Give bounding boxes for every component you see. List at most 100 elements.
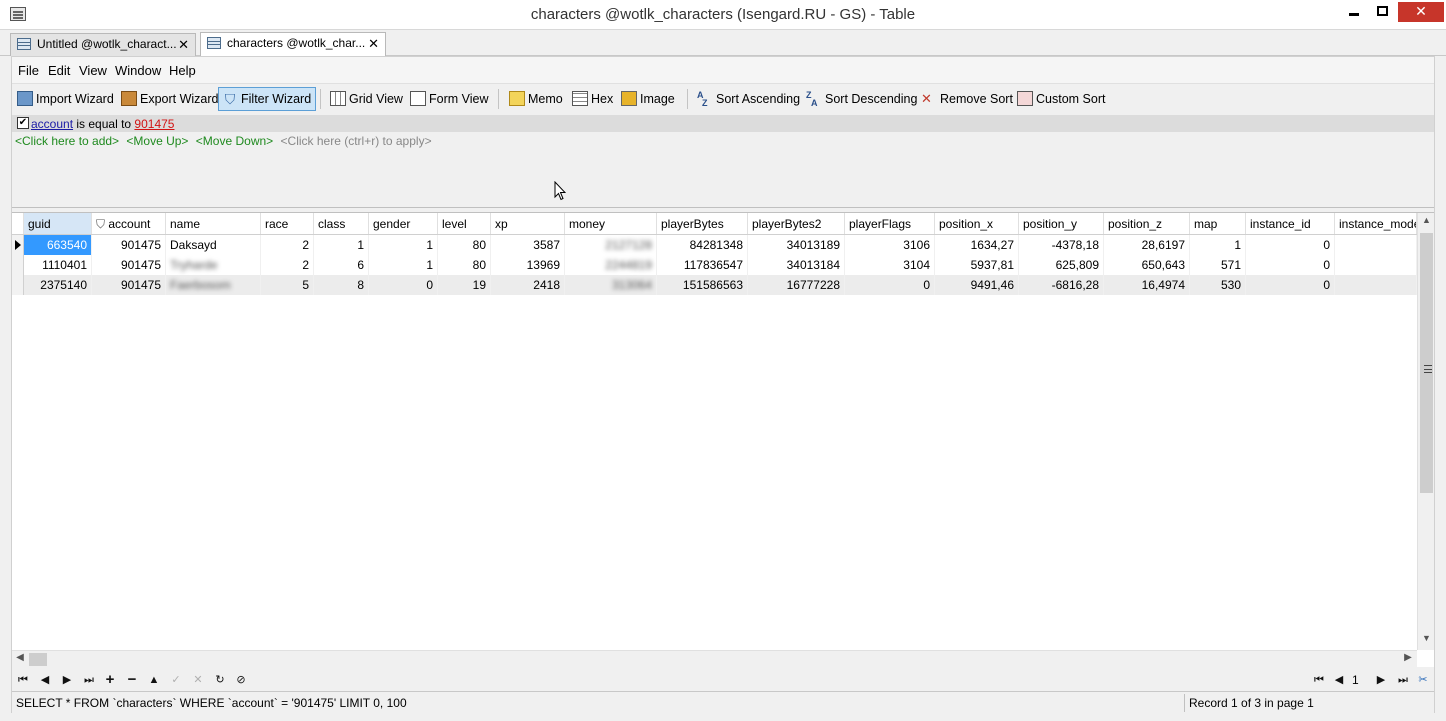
vertical-scrollbar[interactable]: ▲ ▼: [1417, 213, 1434, 650]
column-header-money[interactable]: money: [565, 213, 657, 234]
row-selector[interactable]: [12, 235, 24, 255]
cell-map[interactable]: 571: [1190, 255, 1246, 275]
cell-class[interactable]: 6: [314, 255, 369, 275]
column-header-level[interactable]: level: [438, 213, 491, 234]
filter-operator[interactable]: is equal to: [76, 117, 131, 131]
cell-position-y[interactable]: 625,809: [1019, 255, 1104, 275]
next-record-icon[interactable]: ▶: [58, 671, 76, 689]
cell-name[interactable]: Daksayd: [166, 235, 261, 255]
cell-xp[interactable]: 2418: [491, 275, 565, 295]
cell-position-z[interactable]: 650,643: [1104, 255, 1190, 275]
vertical-scroll-thumb[interactable]: [1420, 233, 1433, 493]
filter-wizard-button[interactable]: ⛉ Filter Wizard: [218, 87, 317, 111]
cell-position-y[interactable]: -6816,28: [1019, 275, 1104, 295]
cell-level[interactable]: 80: [438, 235, 491, 255]
cell-money[interactable]: 2127128: [565, 235, 657, 255]
column-header-class[interactable]: class: [314, 213, 369, 234]
remove-sort-button[interactable]: ✕ Remove Sort: [918, 87, 1017, 111]
scroll-down-icon[interactable]: ▼: [1418, 633, 1435, 649]
prior-page-icon[interactable]: ◀: [1330, 671, 1348, 689]
cell-position-z[interactable]: 16,4974: [1104, 275, 1190, 295]
cell-gender[interactable]: 1: [369, 235, 438, 255]
menu-file[interactable]: File: [18, 63, 39, 78]
prior-record-icon[interactable]: ◀: [36, 671, 54, 689]
cell-playerbytes[interactable]: 151586563: [657, 275, 748, 295]
column-header-instance-id[interactable]: instance_id: [1246, 213, 1335, 234]
cell-map[interactable]: 1: [1190, 235, 1246, 255]
cell-position-x[interactable]: 1634,27: [935, 235, 1019, 255]
column-header-xp[interactable]: xp: [491, 213, 565, 234]
cell-xp[interactable]: 13969: [491, 255, 565, 275]
column-header-playerflags[interactable]: playerFlags: [845, 213, 935, 234]
first-page-icon[interactable]: ⏮: [1310, 671, 1328, 689]
filter-value-link[interactable]: 901475: [134, 117, 174, 131]
edit-record-icon[interactable]: ▲: [145, 671, 163, 689]
cell-instance-mode-m[interactable]: [1335, 275, 1417, 295]
horizontal-scrollbar[interactable]: ◀ ▶: [12, 650, 1417, 667]
table-row[interactable]: 663540 901475 Daksayd 2 1 1 80 3587 2127128 84281…: [12, 235, 1417, 255]
cell-name[interactable]: Tryharde: [166, 255, 261, 275]
discard-changes-icon[interactable]: ✕: [189, 671, 207, 689]
cell-account[interactable]: 901475: [92, 255, 166, 275]
horizontal-scroll-thumb[interactable]: [29, 653, 47, 666]
cell-playerflags[interactable]: 3104: [845, 255, 935, 275]
cell-race[interactable]: 5: [261, 275, 314, 295]
export-wizard-button[interactable]: Export Wizard: [118, 87, 223, 111]
column-header-position-y[interactable]: position_y: [1019, 213, 1104, 234]
cell-playerbytes2[interactable]: 16777228: [748, 275, 845, 295]
tab-characters[interactable]: characters @wotlk_char... ✕: [200, 32, 386, 57]
column-header-guid[interactable]: guid: [24, 213, 92, 234]
cell-race[interactable]: 2: [261, 235, 314, 255]
form-view-button[interactable]: Form View: [407, 87, 493, 111]
apply-changes-icon[interactable]: ✓: [167, 671, 185, 689]
cell-name[interactable]: Faerbosom: [166, 275, 261, 295]
scroll-up-icon[interactable]: ▲: [1418, 215, 1435, 231]
menu-window[interactable]: Window: [115, 63, 161, 78]
filter-enabled-checkbox[interactable]: ✔: [17, 117, 29, 129]
cell-playerbytes2[interactable]: 34013184: [748, 255, 845, 275]
cell-account[interactable]: 901475: [92, 275, 166, 295]
tab-close-icon[interactable]: ✕: [178, 37, 189, 53]
table-row[interactable]: 1110401 901475 Tryharde 2 6 1 80 13969 2244819 11…: [12, 255, 1417, 275]
cell-level[interactable]: 19: [438, 275, 491, 295]
last-record-icon[interactable]: ⏭: [80, 671, 98, 689]
scroll-right-icon[interactable]: ▶: [1400, 652, 1416, 667]
column-header-instance-mode-m[interactable]: instance_mode_m: [1335, 213, 1417, 234]
cell-level[interactable]: 80: [438, 255, 491, 275]
filter-move-down-link[interactable]: <Move Down>: [196, 134, 273, 148]
delete-record-icon[interactable]: −: [123, 671, 141, 689]
column-header-map[interactable]: map: [1190, 213, 1246, 234]
cell-money[interactable]: 313064: [565, 275, 657, 295]
add-record-icon[interactable]: +: [101, 671, 119, 689]
row-selector[interactable]: [12, 255, 24, 275]
column-header-position-x[interactable]: position_x: [935, 213, 1019, 234]
cell-position-x[interactable]: 9491,46: [935, 275, 1019, 295]
last-page-icon[interactable]: ⏭: [1394, 671, 1412, 689]
cell-position-y[interactable]: -4378,18: [1019, 235, 1104, 255]
cell-position-x[interactable]: 5937,81: [935, 255, 1019, 275]
menu-help[interactable]: Help: [169, 63, 196, 78]
filter-field-link[interactable]: account: [31, 117, 73, 131]
cell-map[interactable]: 530: [1190, 275, 1246, 295]
filter-move-up-link[interactable]: <Move Up>: [126, 134, 188, 148]
hex-button[interactable]: Hex: [569, 87, 617, 111]
filter-apply-link[interactable]: <Click here (ctrl+r) to apply>: [281, 134, 432, 148]
menu-edit[interactable]: Edit: [48, 63, 70, 78]
cell-money[interactable]: 2244819: [565, 255, 657, 275]
grid-view-button[interactable]: Grid View: [327, 87, 407, 111]
cell-playerbytes[interactable]: 117836547: [657, 255, 748, 275]
cell-instance-id[interactable]: 0: [1246, 275, 1335, 295]
first-record-icon[interactable]: ⏮: [14, 671, 32, 689]
close-window-button[interactable]: ✕: [1398, 2, 1444, 22]
cell-race[interactable]: 2: [261, 255, 314, 275]
cell-guid[interactable]: 663540: [24, 235, 92, 255]
minimize-button[interactable]: [1340, 2, 1368, 22]
scroll-left-icon[interactable]: ◀: [12, 652, 28, 667]
column-header-account[interactable]: ⛉ account: [92, 213, 166, 234]
cell-gender[interactable]: 1: [369, 255, 438, 275]
cell-playerbytes[interactable]: 84281348: [657, 235, 748, 255]
cell-instance-id[interactable]: 0: [1246, 235, 1335, 255]
cell-playerflags[interactable]: 0: [845, 275, 935, 295]
cell-guid[interactable]: 2375140: [24, 275, 92, 295]
cell-account[interactable]: 901475: [92, 235, 166, 255]
